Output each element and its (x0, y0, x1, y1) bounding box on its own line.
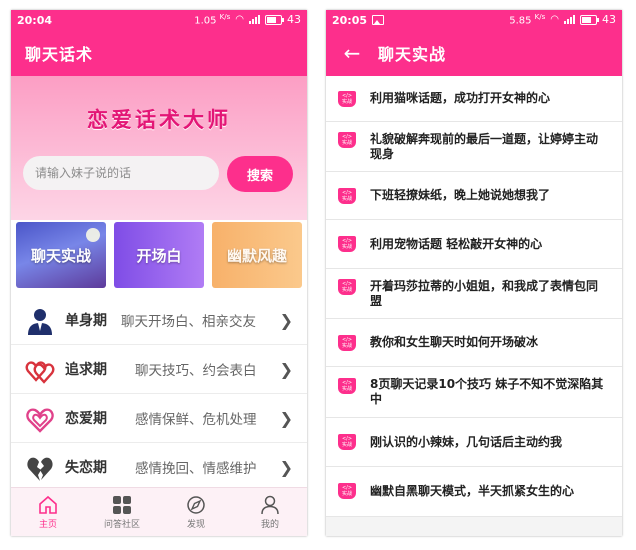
article-title: 开着玛莎拉蒂的小姐姐，和我成了表情包同盟 (370, 278, 599, 308)
wifi-icon: ◠ (550, 14, 559, 26)
network-speed: 1.05 K/s (194, 13, 231, 27)
home-icon (39, 495, 57, 514)
tab-profile[interactable]: 我的 (233, 488, 307, 536)
grid-icon (113, 495, 131, 514)
article-title: 刚认识的小辣妹，几句话后主动约我 (370, 434, 563, 449)
compass-icon (187, 495, 205, 514)
image-notification-icon (372, 15, 385, 25)
list-item[interactable]: </> 实战 8页聊天记录10个技巧 妹子不知不觉深陷其中 (326, 367, 622, 418)
chevron-right-icon: ❯ (279, 457, 293, 477)
battery-icon (265, 14, 284, 25)
list-item[interactable]: </> 实战 刚认识的小辣妹，几句话后主动约我 (326, 418, 622, 467)
search-button[interactable]: 搜索 (227, 156, 293, 192)
list-item[interactable]: </> 实战 幽默自黑聊天模式，半天抓紧女生的心 (326, 467, 622, 517)
practice-badge-icon: </> 实战 (338, 132, 356, 148)
chevron-right-icon: ❯ (279, 359, 293, 379)
practice-badge-icon: </> 实战 (338, 188, 356, 204)
battery-icon (580, 14, 599, 25)
article-title: 教你和女生聊天时如何开场破冰 (370, 335, 539, 349)
practice-badge-icon: </> 实战 (338, 236, 356, 252)
list-item[interactable]: </> 实战 利用宠物话题 轻松敲开女神的心 (326, 220, 622, 269)
banner-title: 恋爱话术大师 (87, 108, 231, 132)
card-chat-practice[interactable]: 聊天实战 (16, 222, 106, 288)
category-cards: 聊天实战 开场白 幽默风趣 (11, 222, 307, 302)
article-title: 幽默自黑聊天模式，半天抓紧女生的心 (370, 484, 575, 498)
stage-name: 失恋期 (65, 460, 107, 476)
search-input[interactable] (33, 165, 209, 181)
practice-badge-icon: </> 实战 (338, 378, 356, 394)
stage-desc: 感情挽回、情感维护 (135, 461, 257, 477)
chevron-right-icon: ❯ (279, 408, 293, 428)
stage-name: 恋爱期 (65, 411, 107, 427)
stage-desc: 感情保鲜、危机处理 (135, 412, 257, 428)
list-item[interactable]: </> 实战 利用猫咪话题，成功打开女神的心 (326, 76, 622, 122)
status-bar: 20:05 5.85 K/s ◠ 43 (326, 10, 622, 30)
article-list: </> 实战 利用猫咪话题，成功打开女神的心 </> 实战 礼貌破解奔现前的最后一道… (326, 76, 622, 536)
stage-name: 追求期 (65, 362, 107, 378)
stage-desc: 聊天技巧、约会表白 (135, 363, 257, 379)
battery-level: 43 (287, 13, 301, 27)
list-item[interactable]: </> 实战 礼貌破解奔现前的最后一道题，让婷婷主动现身 (326, 122, 622, 172)
double-heart-icon (25, 361, 55, 384)
stage-row-single[interactable]: 单身期 聊天开场白、相亲交友 ❯ (11, 296, 307, 345)
list-item[interactable]: </> 实战 开着玛莎拉蒂的小姐姐，和我成了表情包同盟 (326, 269, 622, 319)
practice-badge-icon: </> 实战 (338, 279, 356, 295)
stage-name: 单身期 (65, 313, 107, 329)
battery-level: 43 (602, 13, 616, 27)
broken-heart-icon (27, 457, 53, 481)
status-time: 20:05 (332, 13, 368, 27)
practice-badge-icon: </> 实战 (338, 335, 356, 351)
article-title: 利用猫咪话题，成功打开女神的心 (370, 91, 551, 105)
tab-home[interactable]: 主页 (11, 488, 85, 536)
status-bar: 20:04 1.05 K/s ◠ 43 (11, 10, 307, 30)
stage-row-breakup[interactable]: 失恋期 感情挽回、情感维护 ❯ (11, 443, 307, 492)
signal-icon (249, 15, 260, 25)
stage-row-pursuit[interactable]: 追求期 聊天技巧、约会表白 ❯ (11, 345, 307, 394)
search-box (23, 156, 219, 190)
practice-badge-icon: </> 实战 (338, 483, 356, 499)
phone-screen-home: 20:04 1.05 K/s ◠ 43 聊天话术 恋爱话术大师 搜索 聊天实战 … (11, 10, 307, 536)
app-bar: 聊天话术 (11, 30, 307, 76)
signal-icon (564, 15, 575, 25)
back-arrow-icon[interactable]: ← (326, 30, 378, 76)
status-time: 20:04 (17, 13, 53, 27)
list-item[interactable]: </> 实战 教你和女生聊天时如何开场破冰 (326, 319, 622, 367)
user-icon (261, 495, 279, 514)
banner: 恋爱话术大师 搜索 (11, 76, 307, 220)
stage-row-love[interactable]: 恋爱期 感情保鲜、危机处理 ❯ (11, 394, 307, 443)
article-title: 利用宠物话题 轻松敲开女神的心 (370, 236, 543, 251)
page-title: 聊天实战 (378, 45, 447, 64)
article-title: 8页聊天记录10个技巧 妹子不知不觉深陷其中 (370, 377, 604, 406)
card-opening-lines[interactable]: 开场白 (114, 222, 204, 288)
network-speed: 5.85 K/s (509, 13, 546, 27)
heart-outline-icon (26, 408, 54, 433)
card-humor[interactable]: 幽默风趣 (212, 222, 302, 288)
person-suit-icon (28, 309, 52, 335)
tab-discover[interactable]: 发现 (159, 488, 233, 536)
chevron-right-icon: ❯ (279, 310, 293, 330)
wifi-icon: ◠ (235, 14, 244, 26)
bottom-tab-bar: 主页 问答社区 发现 我的 (11, 487, 307, 536)
article-title: 下班轻撩妹纸，晚上她说她想我了 (370, 188, 551, 202)
article-title: 礼貌破解奔现前的最后一道题，让婷婷主动现身 (370, 131, 599, 161)
practice-badge-icon: </> 实战 (338, 434, 356, 450)
practice-badge-icon: </> 实战 (338, 91, 356, 107)
stage-desc: 聊天开场白、相亲交友 (121, 314, 256, 330)
stage-list: 单身期 聊天开场白、相亲交友 ❯ 追求期 聊天技巧、约会表白 ❯ 恋爱期 感情保… (11, 296, 307, 492)
list-item[interactable]: </> 实战 下班轻撩妹纸，晚上她说她想我了 (326, 172, 622, 220)
page-title: 聊天话术 (25, 45, 94, 64)
tab-community[interactable]: 问答社区 (85, 488, 159, 536)
app-bar: ← 聊天实战 (326, 30, 622, 76)
phone-screen-chat-practice: 20:05 5.85 K/s ◠ 43 ← 聊天实战 </> 实战 利用猫咪话题，… (326, 10, 622, 536)
